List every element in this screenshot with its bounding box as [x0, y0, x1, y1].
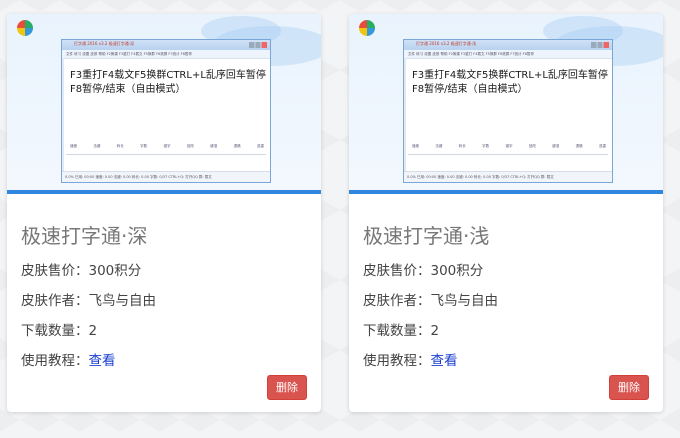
- preview-typing-window: 打字通 2016 v3.2 极速打字通·浅 文件 练习 设置 皮肤 帮助 F2换…: [403, 39, 613, 183]
- preview-stat-label: 键准: [552, 144, 560, 148]
- skin-price-label: 皮肤售价：: [363, 263, 431, 279]
- skin-tutorial-label: 使用教程：: [363, 353, 431, 369]
- skin-price-value: 300积分: [88, 263, 142, 279]
- preview-typing-window: 打字通 2016 v3.2 极速打字通·深 文件 练习 设置 皮肤 帮助 F2换…: [61, 39, 271, 183]
- preview-window-title: 打字通 2016 v3.2 极速打字通·浅: [416, 41, 476, 46]
- preview-stat-label: 键准: [210, 144, 218, 148]
- skin-price-value: 300积分: [430, 263, 484, 279]
- preview-window-title: 打字通 2016 v3.2 极速打字通·深: [74, 41, 134, 46]
- preview-stat-label: 回改: [186, 144, 194, 148]
- skin-price-row: 皮肤售价：300积分: [363, 259, 483, 279]
- skin-downloads-label: 下载数量：: [363, 323, 431, 339]
- preview-stat-label: 字数: [140, 144, 148, 148]
- preview-stat-label: 码长: [458, 144, 466, 148]
- skin-downloads-value: 2: [430, 323, 440, 339]
- preview-stat-label: 错字: [505, 144, 513, 148]
- skin-price-label: 皮肤售价：: [21, 263, 89, 279]
- skin-preview-image[interactable]: 打字通 2016 v3.2 极速打字通·深 文件 练习 设置 皮肤 帮助 F2换…: [7, 14, 321, 194]
- preview-practice-text: F3重打F4载文F5换群CTRL+L乱序回车暂停F8暂停/结束（自由模式）: [70, 70, 266, 95]
- skin-downloads-label: 下载数量：: [21, 323, 89, 339]
- window-controls-icon: [249, 42, 267, 48]
- preview-practice-text: F3重打F4载文F5换群CTRL+L乱序回车暂停F8暂停/结束（自由模式）: [412, 70, 608, 95]
- preview-stat-label: 回改: [528, 144, 536, 148]
- skin-downloads-value: 2: [88, 323, 98, 339]
- preview-stat-label: 退格: [233, 144, 241, 148]
- preview-window-titlebar: 打字通 2016 v3.2 极速打字通·浅: [404, 40, 612, 50]
- window-controls-icon: [591, 42, 609, 48]
- preview-menu-bar: 文件 练习 设置 皮肤 帮助 F2换课 F3重打 F4载文 F5换群 F6滚屏 …: [62, 50, 270, 59]
- app-logo-icon: [17, 20, 33, 36]
- preview-divider: [408, 154, 608, 155]
- preview-window-titlebar: 打字通 2016 v3.2 极速打字通·深: [62, 40, 270, 50]
- skin-card: 打字通 2016 v3.2 极速打字通·浅 文件 练习 设置 皮肤 帮助 F2换…: [349, 14, 663, 412]
- skin-author-label: 皮肤作者：: [21, 293, 89, 309]
- skin-tutorial-row: 使用教程：查看: [21, 349, 116, 369]
- preview-stat-label: 码长: [116, 144, 124, 148]
- skin-author-row: 皮肤作者：飞鸟与自由: [363, 289, 498, 309]
- skin-tutorial-label: 使用教程：: [21, 353, 89, 369]
- preview-side-bar: [62, 58, 64, 172]
- preview-stat-label: 错字: [163, 144, 171, 148]
- skin-author-value: 飞鸟与自由: [430, 293, 499, 309]
- skin-tutorial-row: 使用教程：查看: [363, 349, 458, 369]
- preview-status-bar: 0.0% 已用: 00:00 速度: 0.00 击键: 0.00 码长: 0.0…: [404, 171, 612, 182]
- preview-side-bar: [404, 58, 406, 172]
- skin-downloads-row: 下载数量：2: [363, 319, 439, 339]
- tutorial-view-link[interactable]: 查看: [431, 353, 458, 369]
- preview-stat-label: 速度: [70, 144, 77, 148]
- app-logo-icon: [359, 20, 375, 36]
- skin-author-label: 皮肤作者：: [363, 293, 431, 309]
- preview-stat-label: 退格: [575, 144, 583, 148]
- tutorial-view-link[interactable]: 查看: [89, 353, 116, 369]
- preview-status-bar: 0.0% 已用: 00:00 速度: 0.00 击键: 0.00 码长: 0.0…: [62, 171, 270, 182]
- preview-stat-label: 选重: [257, 144, 264, 148]
- preview-stat-label: 字数: [482, 144, 490, 148]
- skin-author-row: 皮肤作者：飞鸟与自由: [21, 289, 156, 309]
- preview-stat-labels: 速度 击键 码长 字数 错字 回改 键准 退格 选重: [70, 144, 264, 149]
- preview-stat-label: 速度: [412, 144, 419, 148]
- skin-name: 极速打字通·浅: [363, 224, 490, 248]
- skin-name: 极速打字通·深: [21, 224, 148, 248]
- skin-downloads-row: 下载数量：2: [21, 319, 97, 339]
- preview-divider: [66, 154, 266, 155]
- skin-price-row: 皮肤售价：300积分: [21, 259, 141, 279]
- preview-stat-labels: 速度 击键 码长 字数 错字 回改 键准 退格 选重: [412, 144, 606, 149]
- preview-stat-label: 选重: [599, 144, 606, 148]
- preview-stat-label: 击键: [435, 144, 443, 148]
- delete-button[interactable]: 删除: [609, 375, 649, 400]
- skin-preview-image[interactable]: 打字通 2016 v3.2 极速打字通·浅 文件 练习 设置 皮肤 帮助 F2换…: [349, 14, 663, 194]
- delete-button[interactable]: 删除: [267, 375, 307, 400]
- skin-author-value: 飞鸟与自由: [88, 293, 157, 309]
- preview-stat-label: 击键: [93, 144, 101, 148]
- skin-card: 打字通 2016 v3.2 极速打字通·深 文件 练习 设置 皮肤 帮助 F2换…: [7, 14, 321, 412]
- preview-menu-bar: 文件 练习 设置 皮肤 帮助 F2换课 F3重打 F4载文 F5换群 F6滚屏 …: [404, 50, 612, 59]
